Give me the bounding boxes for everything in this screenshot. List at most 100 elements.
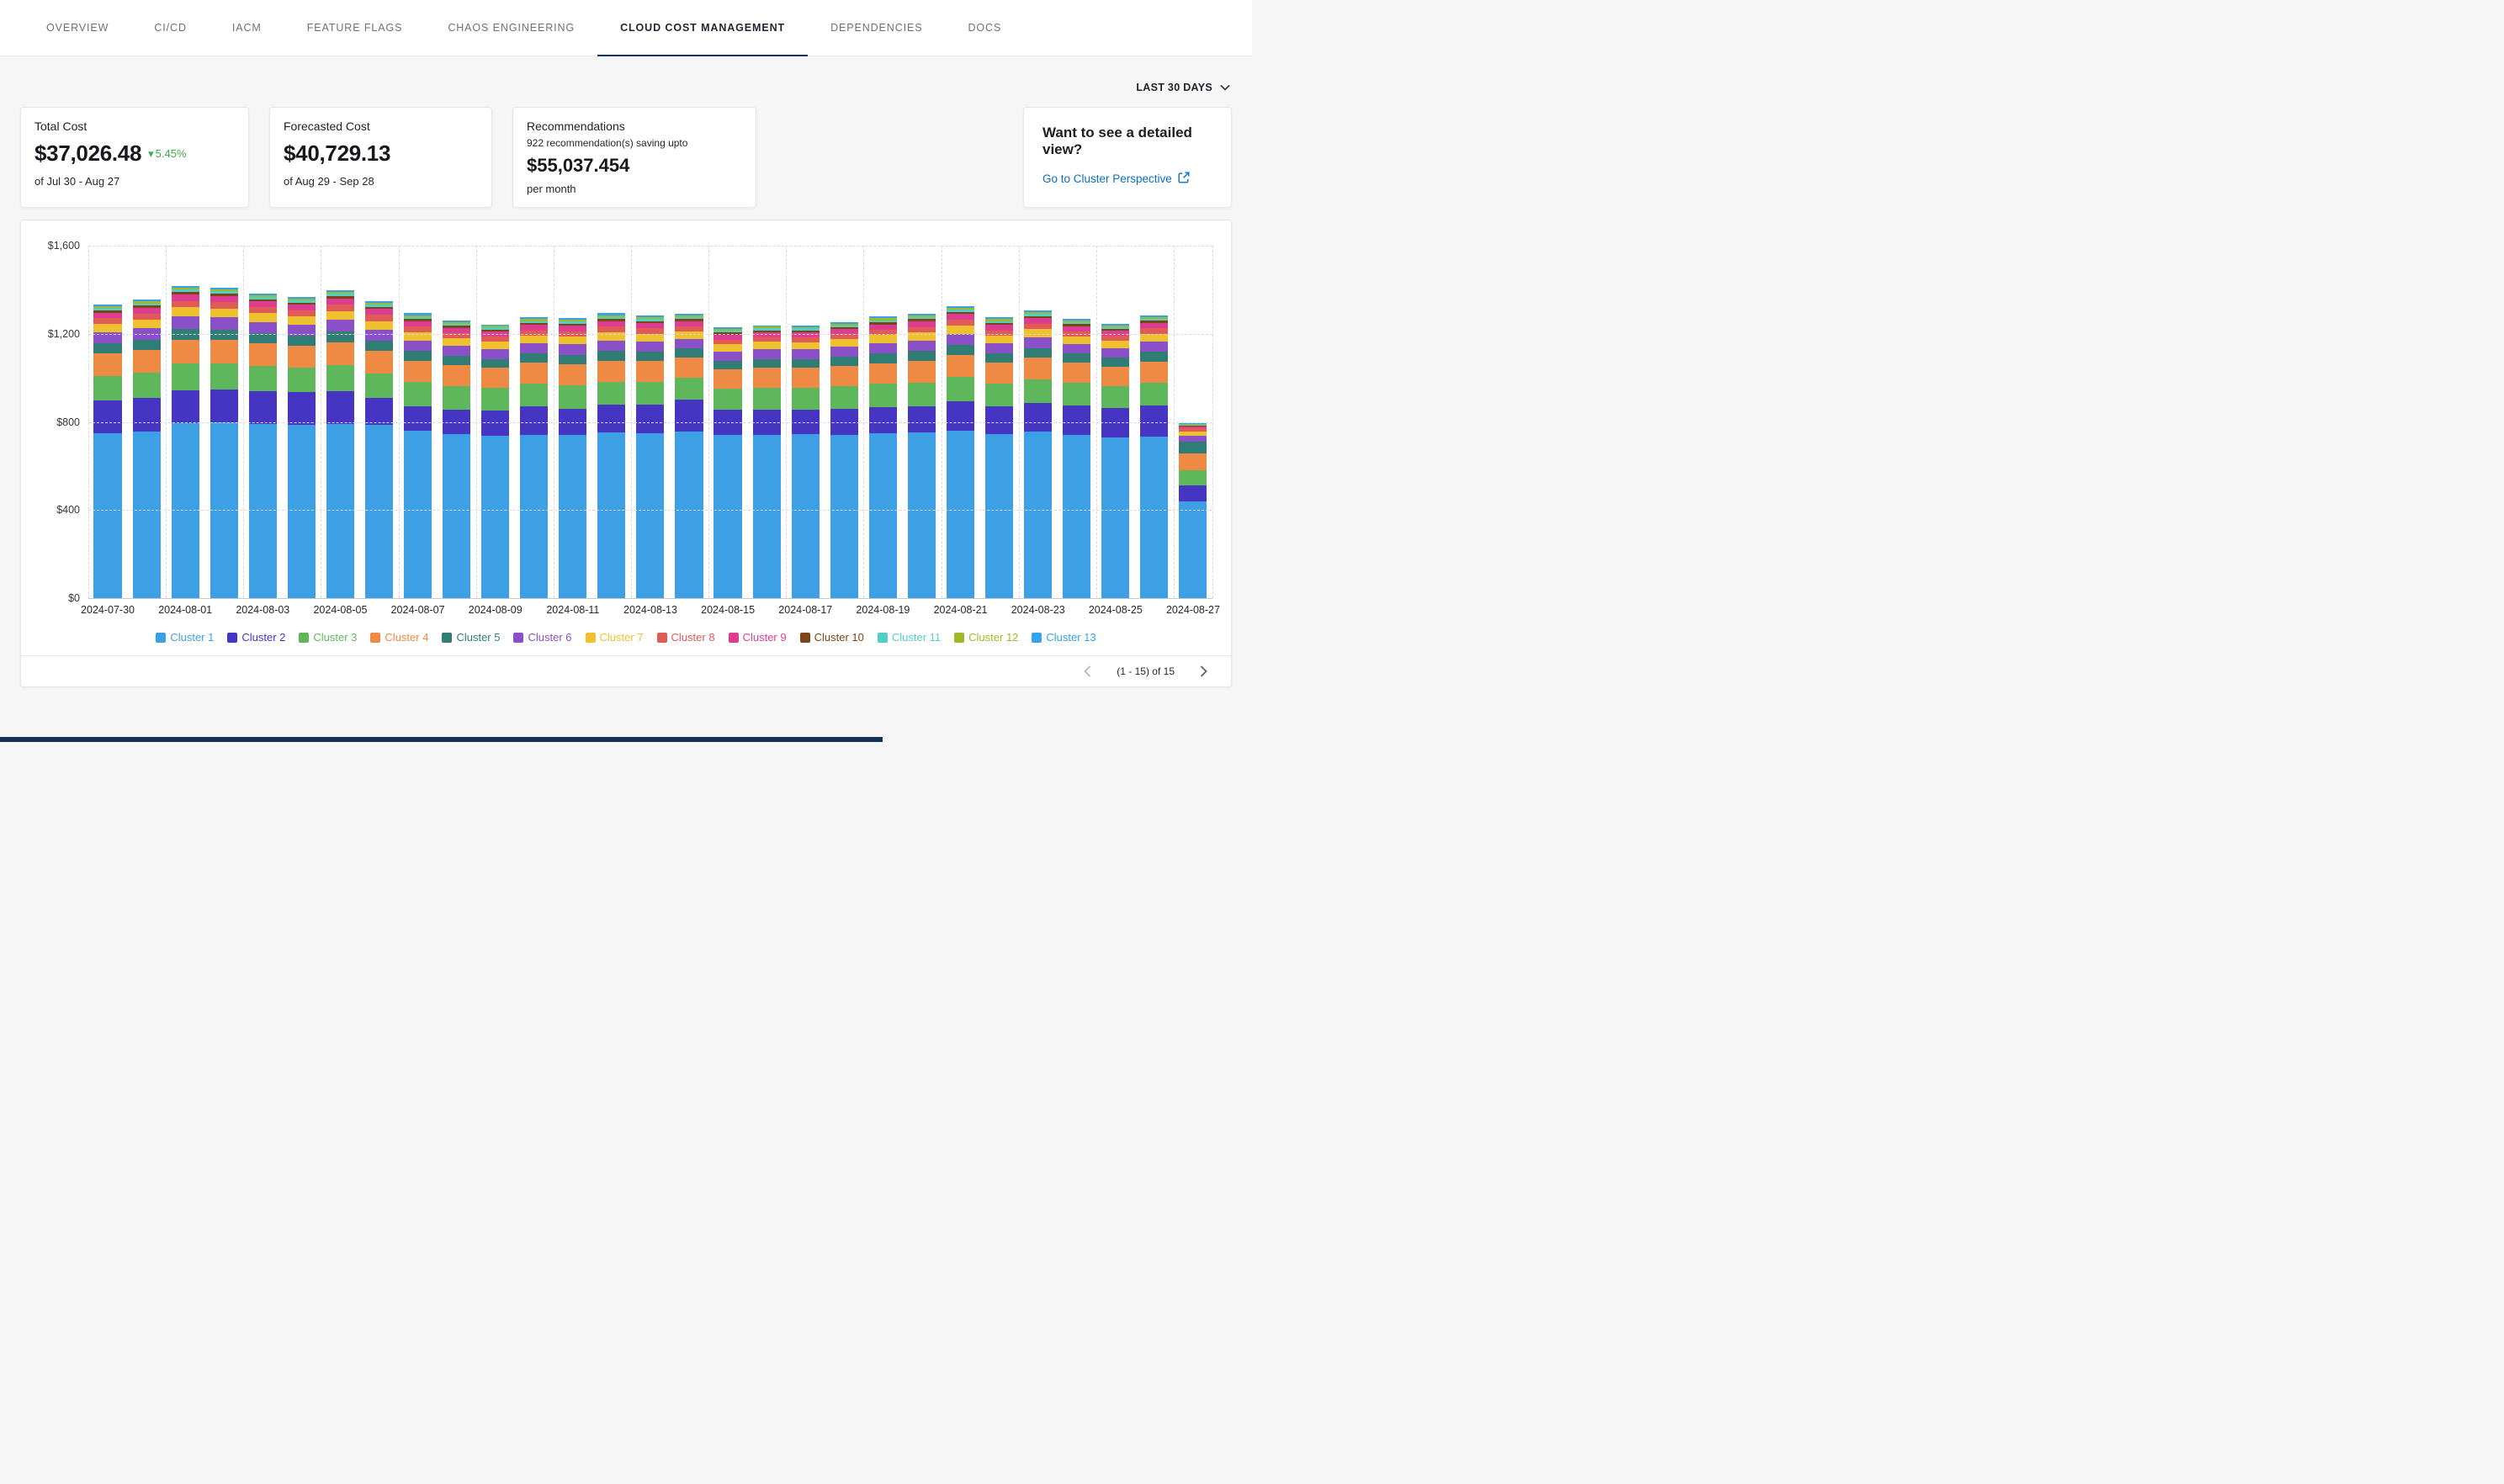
bar-segment[interactable] bbox=[1140, 362, 1168, 383]
stacked-bar[interactable] bbox=[636, 315, 664, 598]
bar-segment[interactable] bbox=[481, 349, 509, 359]
stacked-bar[interactable] bbox=[365, 301, 393, 598]
bar-segment[interactable] bbox=[326, 320, 354, 331]
stacked-bar[interactable] bbox=[947, 306, 974, 598]
stacked-bar[interactable] bbox=[443, 321, 470, 598]
legend-item[interactable]: Cluster 9 bbox=[729, 631, 787, 644]
bar-segment[interactable] bbox=[365, 351, 393, 374]
stacked-bar[interactable] bbox=[520, 317, 548, 598]
bar-segment[interactable] bbox=[1063, 344, 1090, 354]
legend-label[interactable]: Cluster 11 bbox=[892, 631, 941, 644]
cluster-perspective-link[interactable]: Go to Cluster Perspective bbox=[1042, 172, 1212, 186]
bar-segment[interactable] bbox=[1101, 358, 1129, 366]
bar-segment[interactable] bbox=[404, 351, 432, 361]
bar-segment[interactable] bbox=[520, 435, 548, 598]
bar-segment[interactable] bbox=[1063, 405, 1090, 435]
bar-segment[interactable] bbox=[93, 343, 121, 353]
bar-segment[interactable] bbox=[675, 400, 703, 432]
date-range-filter[interactable]: LAST 30 DAYS bbox=[0, 56, 1252, 107]
bar-segment[interactable] bbox=[714, 389, 741, 411]
bar-segment[interactable] bbox=[1140, 405, 1168, 437]
bar-segment[interactable] bbox=[249, 307, 277, 313]
chevron-right-icon[interactable] bbox=[1198, 664, 1209, 679]
bar-segment[interactable] bbox=[1101, 386, 1129, 408]
bar-segment[interactable] bbox=[947, 320, 974, 326]
bar-segment[interactable] bbox=[636, 352, 664, 361]
bar-segment[interactable] bbox=[288, 305, 316, 310]
bar-segment[interactable] bbox=[753, 435, 781, 598]
bar-segment[interactable] bbox=[133, 340, 161, 350]
bar-segment[interactable] bbox=[443, 356, 470, 365]
bar-segment[interactable] bbox=[985, 343, 1013, 353]
bar-segment[interactable] bbox=[1024, 348, 1052, 358]
date-range-label[interactable]: LAST 30 DAYS bbox=[1136, 82, 1212, 93]
legend-item[interactable]: Cluster 13 bbox=[1032, 631, 1096, 644]
bar-segment[interactable] bbox=[481, 368, 509, 388]
bar-segment[interactable] bbox=[714, 361, 741, 369]
bar-segment[interactable] bbox=[830, 386, 858, 409]
bar-segment[interactable] bbox=[1024, 403, 1052, 432]
bar-segment[interactable] bbox=[947, 431, 974, 598]
bar-segment[interactable] bbox=[597, 405, 625, 432]
bar-segment[interactable] bbox=[792, 434, 820, 598]
bar-segment[interactable] bbox=[597, 351, 625, 361]
bar-segment[interactable] bbox=[1024, 358, 1052, 379]
bar-segment[interactable] bbox=[520, 363, 548, 384]
bar-segment[interactable] bbox=[133, 398, 161, 432]
stacked-bar[interactable] bbox=[133, 299, 161, 598]
bar-segment[interactable] bbox=[908, 432, 936, 598]
bar-segment[interactable] bbox=[365, 321, 393, 330]
bar-segment[interactable] bbox=[1179, 485, 1207, 501]
legend-item[interactable]: Cluster 10 bbox=[800, 631, 864, 644]
bar-segment[interactable] bbox=[636, 334, 664, 342]
bar-segment[interactable] bbox=[404, 431, 432, 598]
bar-segment[interactable] bbox=[636, 361, 664, 382]
bar-segment[interactable] bbox=[481, 359, 509, 368]
bar-segment[interactable] bbox=[93, 324, 121, 332]
legend-item[interactable]: Cluster 7 bbox=[586, 631, 644, 644]
bar-segment[interactable] bbox=[1101, 408, 1129, 438]
bar-segment[interactable] bbox=[249, 322, 277, 334]
stacked-bar[interactable] bbox=[908, 314, 936, 598]
bar-segment[interactable] bbox=[1024, 432, 1052, 598]
bar-segment[interactable] bbox=[520, 336, 548, 343]
tab-dependencies[interactable]: DEPENDENCIES bbox=[808, 0, 945, 56]
bar-segment[interactable] bbox=[1101, 341, 1129, 348]
bar-segment[interactable] bbox=[636, 405, 664, 433]
legend-label[interactable]: Cluster 7 bbox=[600, 631, 644, 644]
bar-segment[interactable] bbox=[675, 358, 703, 378]
bar-segment[interactable] bbox=[172, 390, 199, 423]
stacked-bar[interactable] bbox=[1140, 315, 1168, 599]
bar-segment[interactable] bbox=[753, 388, 781, 410]
bar-segment[interactable] bbox=[908, 341, 936, 352]
stacked-bar[interactable] bbox=[1063, 319, 1090, 598]
bar-segment[interactable] bbox=[597, 341, 625, 352]
bar-segment[interactable] bbox=[172, 301, 199, 308]
external-link-icon[interactable] bbox=[1178, 172, 1190, 186]
bar-segment[interactable] bbox=[636, 342, 664, 352]
legend-label[interactable]: Cluster 3 bbox=[313, 631, 357, 644]
legend-label[interactable]: Cluster 5 bbox=[456, 631, 500, 644]
bar-segment[interactable] bbox=[869, 407, 897, 433]
bar-segment[interactable] bbox=[559, 435, 586, 598]
bar-segment[interactable] bbox=[520, 343, 548, 353]
bar-segment[interactable] bbox=[947, 401, 974, 431]
bar-segment[interactable] bbox=[792, 342, 820, 350]
legend-item[interactable]: Cluster 1 bbox=[156, 631, 214, 644]
bar-segment[interactable] bbox=[249, 343, 277, 366]
bar-segment[interactable] bbox=[1179, 470, 1207, 485]
bar-segment[interactable] bbox=[947, 314, 974, 320]
bar-segment[interactable] bbox=[869, 384, 897, 406]
bar-segment[interactable] bbox=[559, 355, 586, 364]
bar-segment[interactable] bbox=[985, 434, 1013, 598]
bar-segment[interactable] bbox=[288, 392, 316, 425]
bar-segment[interactable] bbox=[93, 400, 121, 433]
bar-segment[interactable] bbox=[597, 432, 625, 598]
bar-segment[interactable] bbox=[443, 365, 470, 386]
bar-segment[interactable] bbox=[404, 382, 432, 405]
bar-segment[interactable] bbox=[1024, 337, 1052, 348]
bar-segment[interactable] bbox=[210, 390, 238, 421]
stacked-bar[interactable] bbox=[1101, 324, 1129, 598]
bar-segment[interactable] bbox=[559, 344, 586, 354]
bar-segment[interactable] bbox=[93, 318, 121, 324]
